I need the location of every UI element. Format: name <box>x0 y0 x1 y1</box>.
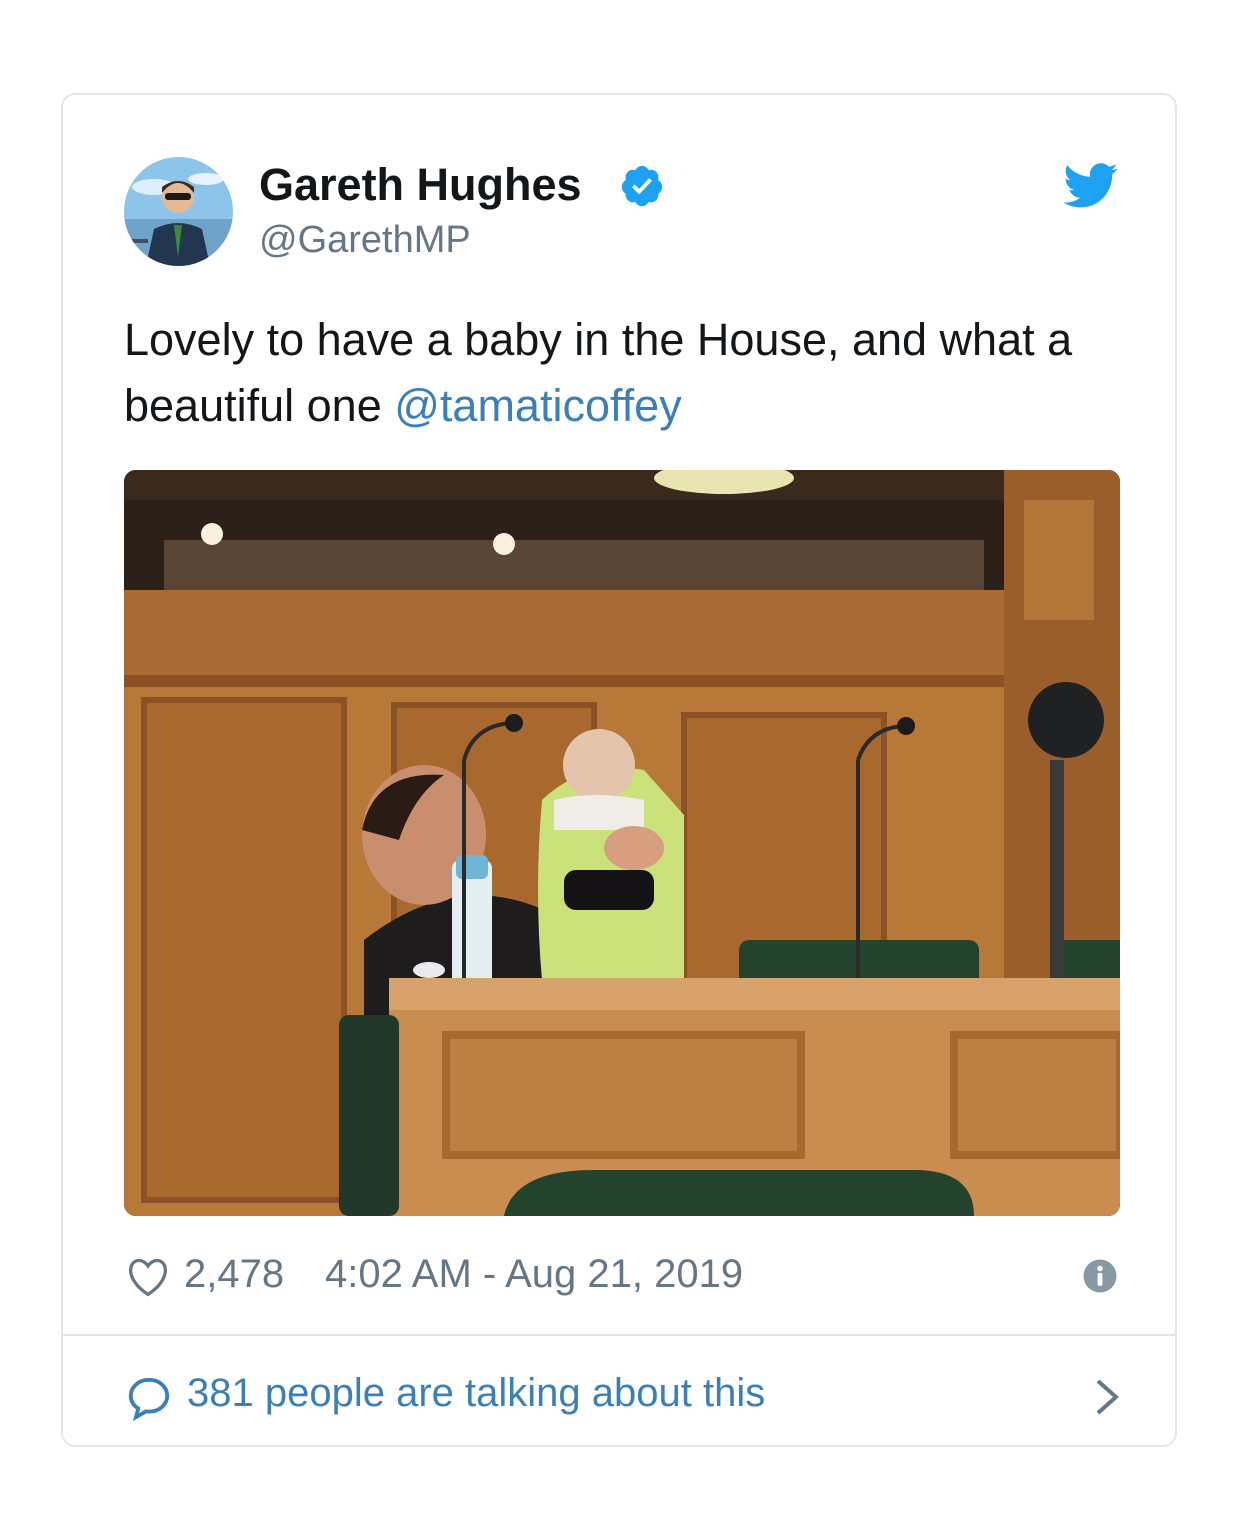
divider <box>63 1334 1175 1336</box>
like-count[interactable]: 2,478 <box>184 1252 284 1297</box>
chevron-right-icon[interactable] <box>1094 1377 1120 1417</box>
talking-label[interactable]: 381 people are talking about this <box>187 1371 765 1416</box>
tweet-text: Lovely to have a baby in the House, and … <box>124 307 1124 439</box>
author-handle[interactable]: @GarethMP <box>259 219 471 262</box>
twitter-bird-icon[interactable] <box>1063 163 1119 209</box>
verified-badge-icon <box>621 165 663 207</box>
avatar[interactable] <box>124 157 233 266</box>
tweet-meta: 2,478 4:02 AM - Aug 21, 2019 <box>124 1252 1118 1302</box>
author-display-name[interactable]: Gareth Hughes <box>259 159 582 211</box>
tweet-photo[interactable] <box>124 470 1120 1216</box>
heart-icon[interactable] <box>126 1256 170 1298</box>
tweet-card[interactable]: Gareth Hughes @GarethMP Lovely to have a… <box>61 93 1177 1447</box>
tweet-timestamp[interactable]: 4:02 AM - Aug 21, 2019 <box>325 1252 743 1297</box>
info-icon[interactable] <box>1082 1258 1118 1294</box>
mention-link[interactable]: @tamaticoffey <box>394 380 681 431</box>
conversation-link[interactable]: 381 people are talking about this <box>124 1369 1120 1423</box>
speech-bubble-icon <box>128 1377 170 1421</box>
